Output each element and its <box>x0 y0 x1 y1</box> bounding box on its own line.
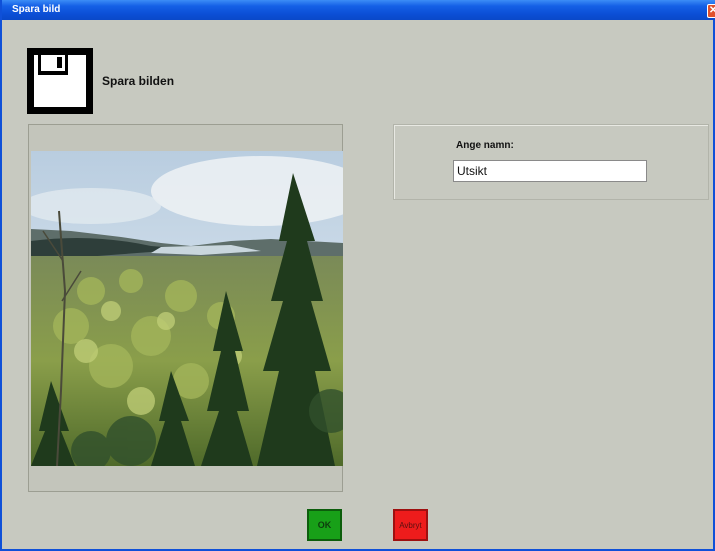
dialog-heading: Spara bilden <box>102 74 175 88</box>
window-title: Spara bild <box>12 4 61 15</box>
name-label: Ange namn: <box>456 140 514 151</box>
ok-button[interactable]: OK <box>307 509 342 541</box>
title-bar[interactable]: Spara bild ✕ <box>2 0 715 20</box>
name-input[interactable] <box>453 160 647 182</box>
landscape-preview-image <box>31 151 343 466</box>
close-icon[interactable]: ✕ <box>707 4 715 18</box>
cancel-button[interactable]: Avbryt <box>393 509 428 541</box>
save-image-dialog: Spara bild ✕ Spara bilden <box>0 0 715 551</box>
image-preview-frame <box>28 124 343 492</box>
floppy-disk-icon <box>27 48 93 114</box>
name-panel: Ange namn: <box>393 124 709 200</box>
